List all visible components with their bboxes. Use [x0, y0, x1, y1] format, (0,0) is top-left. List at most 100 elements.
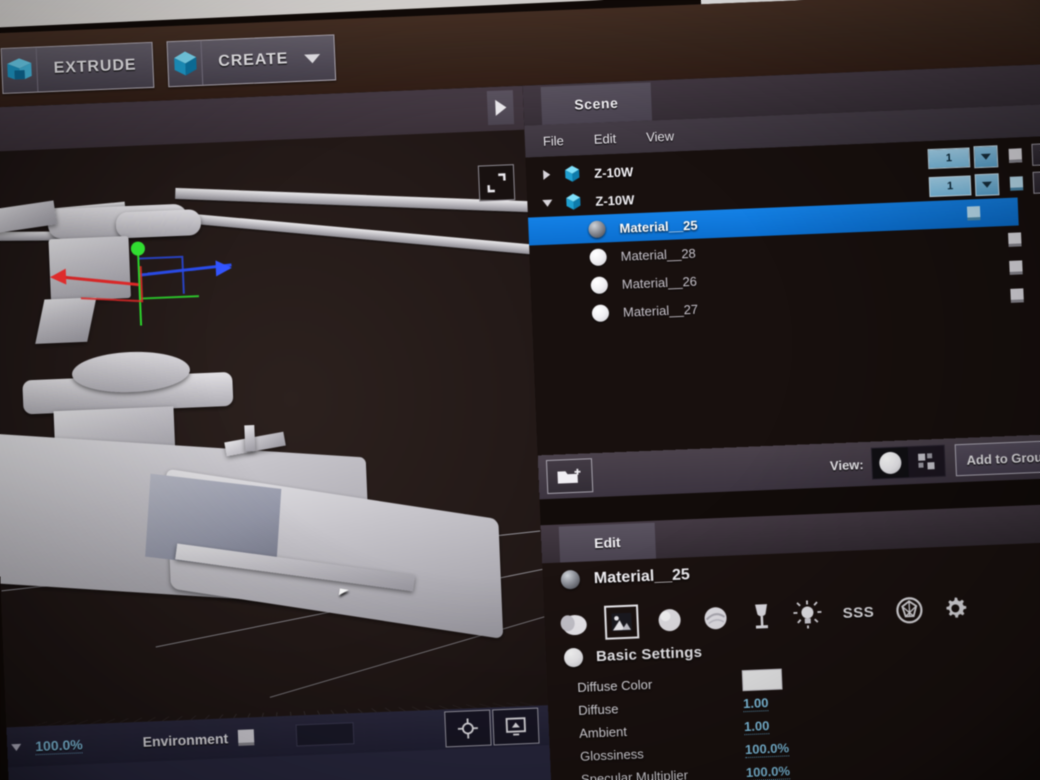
visibility-icon[interactable]: [1002, 148, 1029, 163]
chevron-down-icon: [980, 153, 992, 160]
visibility-icon[interactable]: [1010, 288, 1024, 303]
property-value[interactable]: 100.0%: [745, 762, 791, 780]
material-ball-icon: [589, 247, 607, 266]
shader-ball-icon[interactable]: [558, 608, 589, 639]
instance-count-dropdown[interactable]: [974, 173, 1000, 197]
menu-view[interactable]: View: [646, 128, 675, 144]
reflection-sphere-icon[interactable]: [700, 603, 731, 634]
property-label: Diffuse: [577, 701, 619, 718]
material-ball-textured-icon: [560, 569, 581, 590]
material-ball-icon: [563, 647, 584, 668]
visibility-icon[interactable]: [1003, 176, 1030, 191]
add-to-group-button[interactable]: Add to Group: [954, 438, 1040, 477]
scene-tree[interactable]: Z-10W 1 X: [525, 134, 1040, 456]
tab-edit[interactable]: Edit: [558, 522, 657, 563]
environment-label: Environment: [142, 730, 229, 750]
monitor-photo: EXTRUDE CREATE 100.0% Environment Scene …: [0, 0, 1040, 780]
diffuse-sphere-icon[interactable]: [654, 605, 685, 636]
tab-scene-label: Scene: [573, 94, 619, 113]
menu-edit[interactable]: Edit: [593, 130, 616, 146]
create-button[interactable]: CREATE: [166, 34, 337, 88]
gizmo-plane-xy[interactable]: [79, 263, 144, 303]
instance-count-field[interactable]: 1: [927, 147, 971, 170]
close-icon[interactable]: X: [1031, 142, 1040, 166]
chevron-right-icon: [494, 99, 507, 116]
texture-image-icon[interactable]: [603, 604, 640, 640]
extrude-button-label: EXTRUDE: [53, 56, 137, 77]
sensor-post: [244, 425, 256, 452]
shader-tab-bar: SSS: [558, 581, 1040, 647]
gizmo-handle-x[interactable]: [49, 268, 67, 286]
chevron-down-icon: [304, 53, 321, 64]
cube-icon: [563, 191, 584, 212]
scene-item-label: Z-10W: [593, 163, 634, 181]
environment-swatch-icon[interactable]: [237, 729, 255, 746]
view-mode-label: View:: [829, 456, 864, 473]
glass-goblet-icon[interactable]: [746, 601, 777, 632]
sphere-preview-icon[interactable]: [871, 447, 910, 479]
visibility-icon[interactable]: [1009, 260, 1023, 275]
close-icon[interactable]: X: [1032, 170, 1040, 194]
menu-file[interactable]: File: [543, 133, 565, 149]
sss-icon[interactable]: SSS: [838, 597, 879, 629]
view-mode-toggle[interactable]: [870, 444, 947, 480]
grid-preview-icon[interactable]: [908, 446, 945, 477]
render-to-screen-icon[interactable]: [492, 707, 540, 746]
material-ball-icon: [590, 275, 609, 294]
tab-scene[interactable]: Scene: [540, 82, 653, 125]
cube-icon: [562, 163, 583, 184]
application-screen: EXTRUDE CREATE 100.0% Environment Scene …: [0, 0, 1040, 780]
viewport-status-buttons: [444, 707, 540, 748]
viewport-3d[interactable]: Draft Textures: [0, 85, 549, 728]
chevron-down-icon[interactable]: [539, 199, 555, 207]
environment-field[interactable]: [295, 722, 355, 747]
edit-material-header: Material__25: [560, 565, 691, 590]
material-label: Material__27: [622, 301, 699, 320]
visibility-icon[interactable]: [1008, 232, 1022, 247]
edit-panel: Edit Material__25 SSS Basic Settings Dif…: [540, 502, 1040, 780]
engine-housing: [35, 297, 97, 344]
edit-material-name: Material__25: [593, 565, 691, 587]
chevron-down-icon: [981, 181, 993, 188]
gizmo-plane-xz[interactable]: [139, 255, 185, 296]
viewport-expand-arrow-button[interactable]: [486, 90, 515, 126]
settings-gear-icon[interactable]: [940, 593, 971, 624]
material-ball-textured-icon: [588, 219, 606, 238]
diffuse-color-swatch[interactable]: [741, 668, 783, 692]
property-value[interactable]: 1.00: [742, 694, 769, 712]
new-folder-icon[interactable]: [545, 458, 594, 495]
add-to-group-label: Add to Group: [966, 448, 1040, 468]
light-bulb-icon[interactable]: [792, 599, 823, 630]
create-button-label: CREATE: [217, 50, 289, 71]
scene-item-label: Z-10W: [595, 191, 635, 209]
zoom-value[interactable]: 100.0%: [34, 735, 84, 755]
basic-settings-header: Basic Settings: [563, 643, 703, 668]
helicopter-model: [0, 130, 548, 728]
extrude-button[interactable]: EXTRUDE: [0, 41, 155, 95]
material-ball-icon: [591, 303, 610, 322]
gizmo-handle-z[interactable]: [215, 259, 233, 277]
chevron-right-icon[interactable]: [538, 169, 554, 180]
material-label: Material__26: [621, 273, 698, 292]
property-label: Diffuse Color: [576, 676, 653, 695]
instance-count-field[interactable]: 1: [928, 175, 972, 198]
basic-settings-title: Basic Settings: [595, 643, 703, 666]
cube-icon: [167, 40, 204, 87]
material-properties-list: Diffuse Color Diffuse 1.00 Ambient 1.00 …: [577, 655, 1040, 780]
center-target-icon[interactable]: [444, 709, 492, 748]
maximize-icon[interactable]: [477, 164, 516, 202]
instance-count-dropdown[interactable]: [973, 145, 999, 169]
property-value[interactable]: 1.00: [743, 717, 770, 735]
chevron-down-icon[interactable]: [11, 743, 22, 751]
extrude-t-shape-icon: [1, 47, 39, 94]
refraction-polygon-icon[interactable]: [894, 595, 925, 626]
scene-panel: Scene File Edit View Z-10W 1 Z-10W 1 Mat…: [522, 62, 1040, 526]
property-label: Glossiness: [579, 746, 644, 764]
viewport-canvas[interactable]: [0, 129, 549, 728]
visibility-icon[interactable]: [966, 206, 981, 221]
rotor-hub-arm: [115, 209, 202, 239]
rotor-blade: [171, 212, 542, 256]
property-value[interactable]: 100.0%: [744, 739, 790, 758]
property-label: Ambient: [578, 723, 628, 741]
tab-edit-label: Edit: [593, 534, 621, 552]
